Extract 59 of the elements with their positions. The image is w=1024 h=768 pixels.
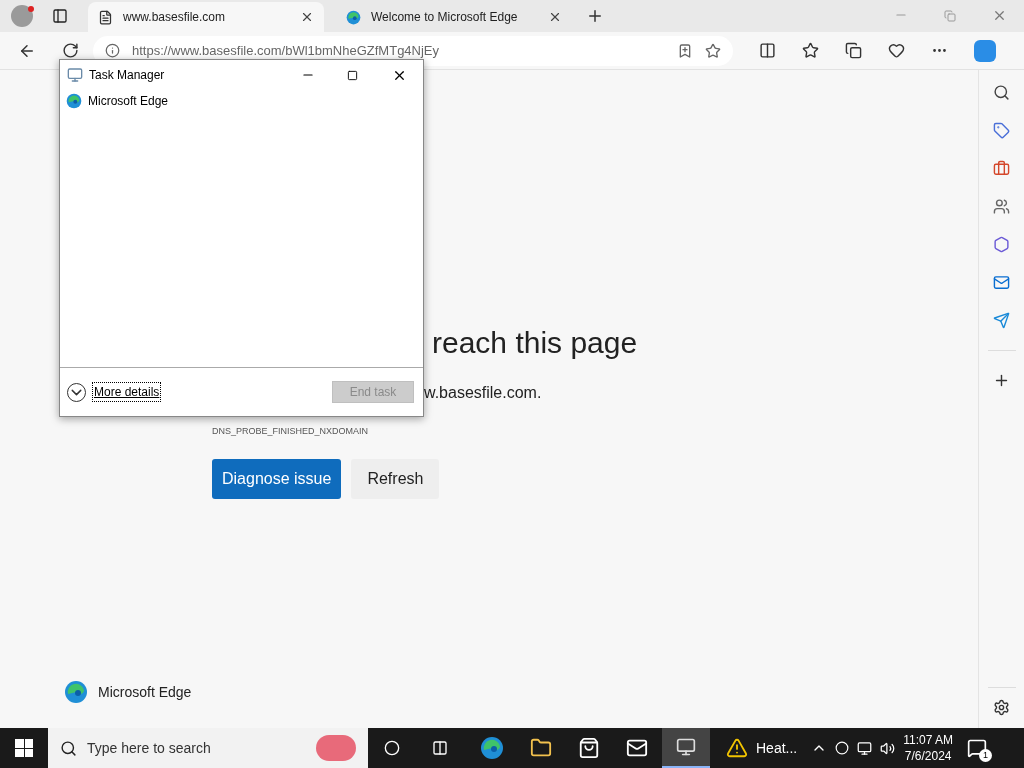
favorite-star-icon[interactable] bbox=[705, 42, 721, 59]
clock-date[interactable]: 7/6/2024 bbox=[904, 748, 952, 764]
warning-icon[interactable] bbox=[726, 737, 748, 759]
tab-title: www.basesfile.com bbox=[123, 9, 227, 26]
taskbar-search-field[interactable]: Type here to search bbox=[48, 728, 368, 768]
browser-tab[interactable]: www.basesfile.com bbox=[88, 2, 324, 32]
brand-name: Microsoft Edge bbox=[98, 682, 192, 702]
tab-title: Welcome to Microsoft Edge bbox=[371, 9, 519, 26]
send-icon[interactable] bbox=[993, 312, 1010, 329]
search-placeholder: Type here to search bbox=[87, 738, 212, 758]
volume-icon[interactable] bbox=[880, 740, 896, 756]
notification-count: 1 bbox=[979, 749, 993, 762]
diagnose-button[interactable]: Diagnose issue bbox=[212, 458, 342, 499]
app-list-item[interactable]: Microsoft Edge bbox=[60, 90, 423, 112]
profile-avatar[interactable] bbox=[11, 5, 33, 27]
task-view-icon[interactable] bbox=[432, 740, 448, 756]
task-manager-icon bbox=[67, 67, 83, 83]
windows-start-icon[interactable] bbox=[15, 739, 33, 757]
url-text: https://www.basesfile.com/bWl1bmNheGZfMTg4NjEy bbox=[132, 41, 441, 60]
mail-icon[interactable] bbox=[626, 737, 648, 759]
clock-time[interactable]: 11:07 AM bbox=[903, 732, 954, 748]
close-tab-icon[interactable] bbox=[300, 10, 314, 24]
split-screen-icon[interactable] bbox=[759, 42, 776, 59]
search-icon[interactable] bbox=[993, 84, 1010, 101]
window-title: Task Manager bbox=[89, 67, 166, 84]
settings-icon[interactable] bbox=[993, 699, 1010, 716]
collections-icon[interactable] bbox=[845, 42, 862, 59]
browser-tab[interactable]: Welcome to Microsoft Edge bbox=[336, 2, 572, 32]
briefcase-icon[interactable] bbox=[993, 160, 1010, 177]
close-tab-icon[interactable] bbox=[548, 10, 562, 24]
weather-text[interactable]: Heat... bbox=[756, 737, 798, 759]
favorites-icon[interactable] bbox=[802, 42, 819, 59]
people-icon[interactable] bbox=[993, 198, 1010, 215]
error-heading: reach this page bbox=[432, 325, 639, 361]
new-tab-icon[interactable] bbox=[586, 7, 604, 25]
address-bar[interactable]: https://www.basesfile.com/bWl1bmNheGZfMTg4NjEy bbox=[93, 35, 733, 66]
error-message: w.basesfile.com. bbox=[424, 383, 543, 403]
maximize-icon[interactable] bbox=[347, 69, 358, 81]
folder-icon[interactable] bbox=[530, 737, 552, 759]
edge-taskbar-icon bbox=[480, 736, 504, 760]
edge-logo-icon bbox=[64, 680, 88, 704]
cortana-icon[interactable] bbox=[384, 740, 400, 756]
error-code: DNS_PROBE_FINISHED_NXDOMAIN bbox=[212, 425, 370, 438]
page-icon bbox=[98, 9, 113, 25]
refresh-icon[interactable] bbox=[62, 42, 79, 59]
search-icon bbox=[60, 739, 77, 757]
more-details-link[interactable]: More details bbox=[92, 382, 162, 402]
network-icon[interactable] bbox=[857, 740, 873, 756]
store-icon[interactable] bbox=[578, 737, 600, 759]
task-manager-taskbar-button[interactable] bbox=[662, 728, 710, 768]
info-icon[interactable] bbox=[105, 43, 120, 58]
refresh-button[interactable]: Refresh bbox=[351, 458, 440, 499]
add-icon[interactable] bbox=[993, 372, 1010, 389]
monitor-icon bbox=[676, 737, 696, 757]
tag-icon[interactable] bbox=[993, 122, 1010, 139]
edge-logo-icon bbox=[66, 93, 82, 109]
edge-logo-icon bbox=[346, 9, 361, 25]
hexagon-icon[interactable] bbox=[993, 236, 1010, 253]
tab-actions-icon[interactable] bbox=[52, 8, 68, 24]
